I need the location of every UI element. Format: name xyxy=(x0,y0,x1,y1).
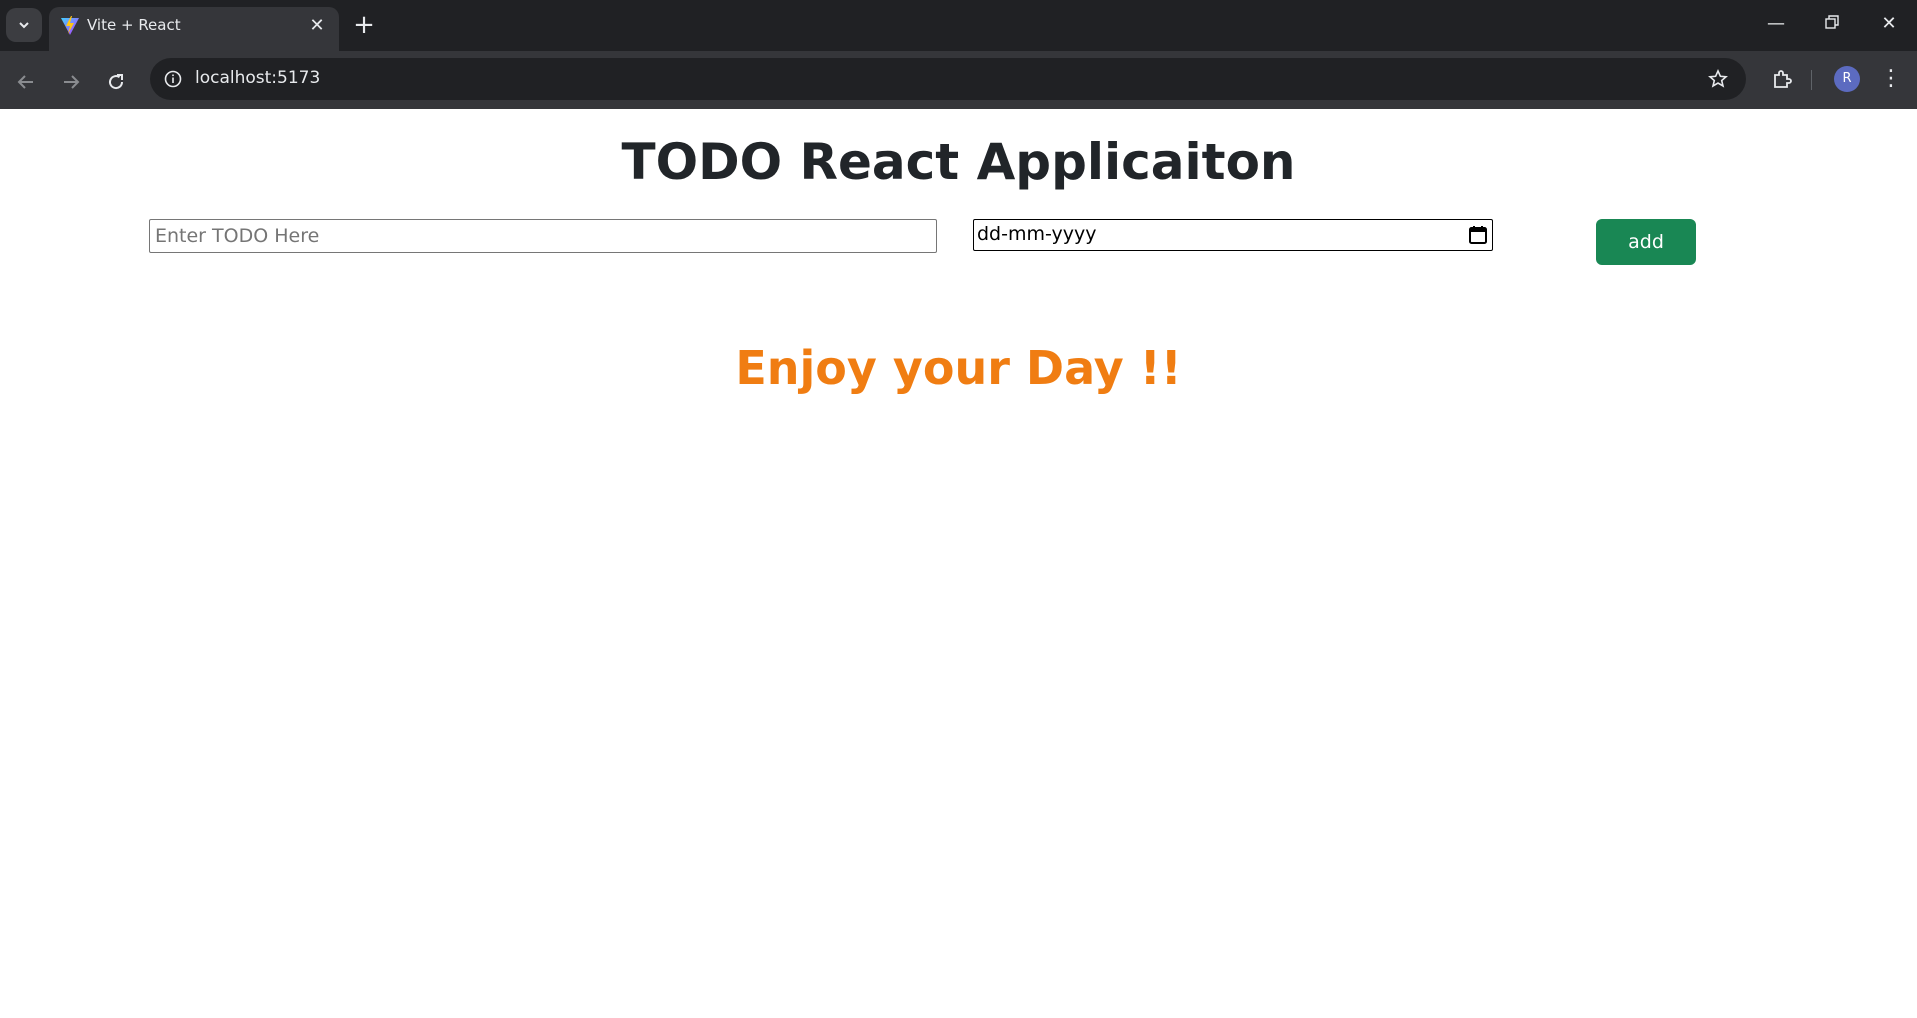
forward-icon[interactable] xyxy=(53,64,89,100)
vite-logo-icon xyxy=(61,16,79,35)
toolbar-divider xyxy=(1811,70,1812,90)
url-text: localhost:5173 xyxy=(195,68,321,88)
profile-avatar[interactable]: R xyxy=(1834,66,1860,92)
close-tab-icon[interactable]: ✕ xyxy=(304,13,330,39)
add-button[interactable]: add xyxy=(1596,219,1696,265)
bookmark-star-icon[interactable] xyxy=(1703,64,1733,94)
minimize-icon[interactable]: — xyxy=(1756,9,1796,39)
tab-search-button[interactable] xyxy=(6,8,42,42)
site-info-icon[interactable] xyxy=(158,64,188,94)
reload-icon[interactable] xyxy=(98,64,134,100)
restore-icon[interactable] xyxy=(1812,9,1852,39)
chevron-down-icon xyxy=(19,22,29,29)
page-title: TODO React Applicaiton xyxy=(621,133,1296,191)
tab-title: Vite + React xyxy=(87,16,181,34)
empty-message: Enjoy your Day !! xyxy=(735,341,1182,395)
calendar-icon[interactable] xyxy=(1468,225,1488,245)
browser-tab-strip: Vite + React ✕ + — ✕ xyxy=(0,0,1917,51)
extensions-icon[interactable] xyxy=(1764,61,1800,97)
date-placeholder: dd-mm-yyyy xyxy=(977,223,1097,245)
todo-date-input[interactable]: dd-mm-yyyy xyxy=(973,219,1493,251)
browser-tab[interactable]: Vite + React ✕ xyxy=(49,7,339,51)
address-bar[interactable]: localhost:5173 xyxy=(150,58,1746,100)
close-window-icon[interactable]: ✕ xyxy=(1869,9,1909,39)
new-tab-icon[interactable]: + xyxy=(349,11,379,41)
todo-name-input[interactable] xyxy=(149,219,937,253)
back-icon[interactable] xyxy=(8,64,44,100)
browser-menu-icon[interactable]: ⋮ xyxy=(1876,62,1906,96)
app-page: TODO React Applicaiton dd-mm-yyyy add En… xyxy=(0,109,1917,1018)
